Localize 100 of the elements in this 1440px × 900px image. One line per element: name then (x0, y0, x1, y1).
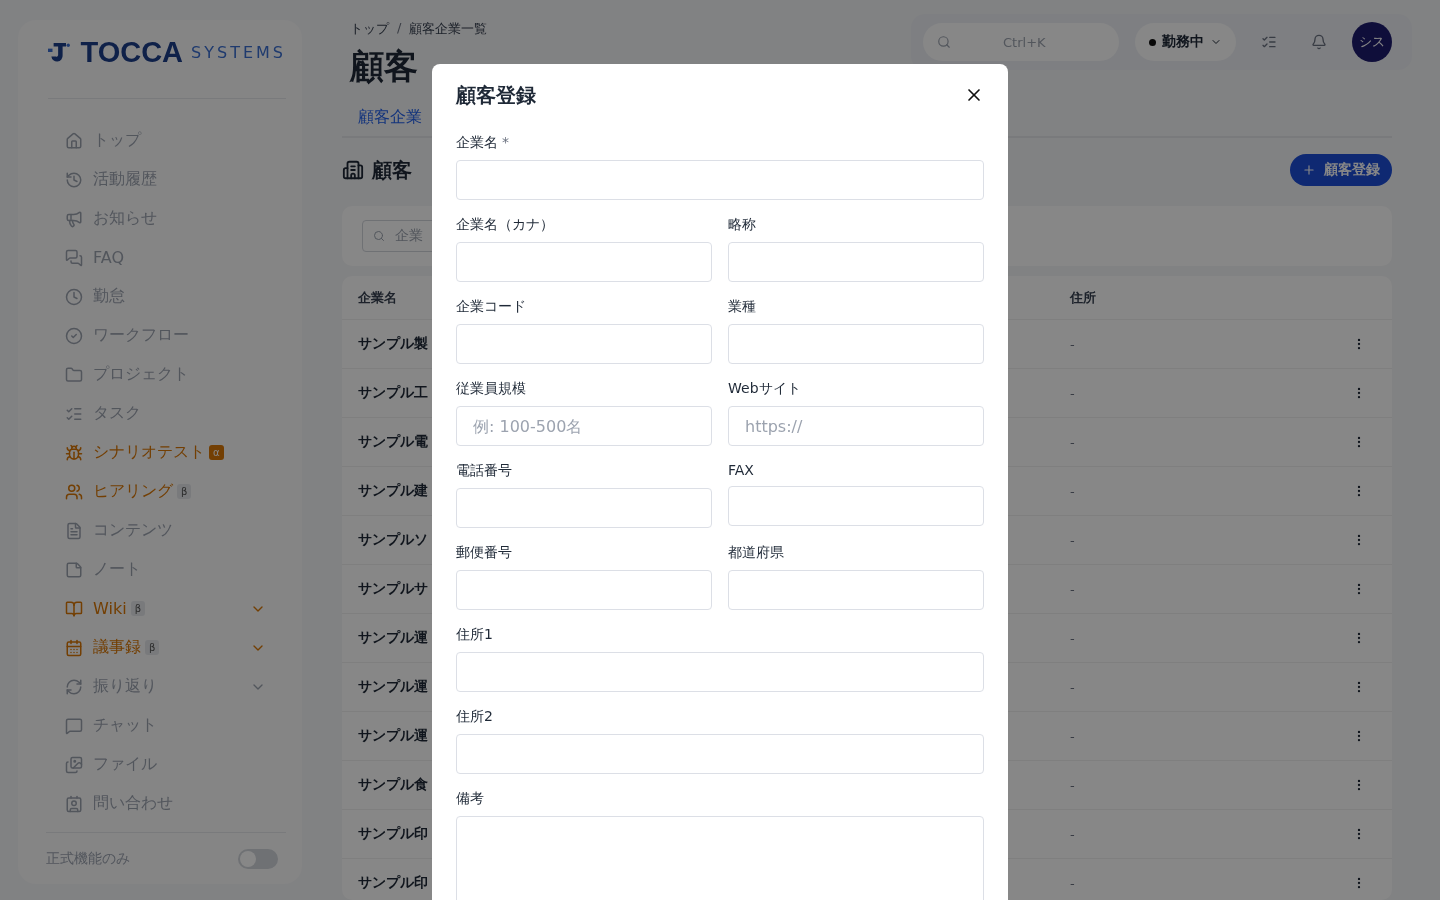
field-label: 住所1 (456, 626, 494, 644)
breadcrumb-link[interactable]: トップ (350, 20, 389, 38)
sidebar-item[interactable]: ヒアリング β (48, 472, 286, 511)
address-cell: - (1070, 679, 1075, 695)
field-label: 備考 (456, 790, 485, 808)
input-field[interactable] (456, 734, 984, 774)
status-dot (1149, 38, 1156, 46)
company-name-cell: サンプル印 (358, 874, 428, 892)
address-cell: - (1070, 728, 1075, 744)
field-label: 企業名（カナ） (456, 216, 555, 234)
company-name-cell: サンプル印 (358, 825, 428, 843)
plus-icon (1302, 163, 1316, 177)
field-label: FAX (728, 462, 755, 478)
company-name-cell: サンプルソ (358, 531, 428, 549)
input-field[interactable] (728, 486, 984, 526)
company-name-cell: サンプル運 (358, 727, 428, 745)
note-icon (65, 560, 83, 579)
search-icon (373, 230, 385, 242)
building-icon (342, 159, 364, 181)
address-cell: - (1070, 483, 1075, 499)
book-icon (65, 599, 83, 618)
input-field[interactable]: https:// (728, 406, 984, 446)
company-name-cell: サンプルサ (358, 580, 428, 598)
address-cell: - (1070, 630, 1075, 646)
input-field[interactable] (456, 160, 984, 200)
field-label: 企業名 * (456, 134, 510, 152)
column-header: 企業名 (358, 288, 397, 307)
input-field[interactable] (456, 652, 984, 692)
page-title: 顧客 (350, 45, 419, 88)
user-avatar[interactable]: シス (1352, 22, 1392, 62)
sidebar-label: 議事録 (93, 637, 141, 658)
users-icon (65, 482, 83, 501)
dialog-title: 顧客登録 (456, 81, 536, 109)
sidebar-item[interactable]: 議事録 β (48, 628, 286, 667)
input-field[interactable] (728, 242, 984, 282)
chat-icon (65, 248, 83, 267)
sidebar-label: シナリオテスト (93, 442, 205, 463)
company-name-cell: サンプル運 (358, 678, 428, 696)
brand-name: TOCCA (80, 35, 184, 69)
sidebar-item[interactable]: Wiki β (48, 589, 286, 628)
field-label: 都道府県 (728, 544, 785, 562)
field-label: Webサイト (728, 380, 802, 398)
beta-badge: β (145, 640, 160, 655)
bug-icon (65, 443, 83, 462)
tab[interactable]: 顧客企業 (358, 106, 422, 128)
refresh-icon (65, 677, 83, 696)
history-icon (65, 170, 83, 189)
field-label: 郵便番号 (456, 544, 513, 562)
field-label: 企業コード (456, 298, 527, 316)
megaphone-icon (65, 209, 83, 228)
input-field[interactable] (456, 242, 712, 282)
brand-suffix: SYSTEMS (191, 42, 286, 62)
address-cell: - (1070, 826, 1075, 842)
home-icon (65, 131, 83, 150)
input-field[interactable] (456, 324, 712, 364)
toggle-switch[interactable] (238, 848, 278, 869)
status-button[interactable]: 勤務中 (1135, 23, 1236, 61)
address-cell: - (1070, 385, 1075, 401)
section-title: 顧客 (372, 156, 412, 184)
input-field[interactable] (728, 570, 984, 610)
input-field[interactable]: 例: 100-500名 (456, 406, 712, 446)
address-cell: - (1070, 434, 1075, 450)
field-label: 略称 (728, 216, 757, 234)
input-field[interactable] (456, 570, 712, 610)
search-icon (937, 35, 951, 49)
message-icon (65, 716, 83, 735)
contact-card-icon (65, 794, 83, 813)
field-label: 住所2 (456, 708, 494, 726)
address-cell: - (1070, 336, 1075, 352)
input-field[interactable] (728, 324, 984, 364)
company-name-cell: サンプル運 (358, 629, 428, 647)
add-customer-button[interactable]: 顧客登録 (1290, 154, 1392, 186)
sidebar-item[interactable]: シナリオテスト α (48, 433, 286, 472)
calendar-icon (65, 638, 83, 657)
column-header: 住所 (1070, 288, 1096, 307)
company-name-cell: サンプル製 (358, 335, 428, 353)
company-name-cell: サンプル電 (358, 433, 428, 451)
sidebar-label: ヒアリング (93, 481, 173, 502)
company-name-cell: サンプル建 (358, 482, 428, 500)
address-cell: - (1070, 777, 1075, 793)
clock-icon (65, 287, 83, 306)
images-icon (65, 755, 83, 774)
input-field[interactable] (456, 488, 712, 528)
beta-badge: α (209, 445, 224, 460)
company-name-cell: サンプル工 (358, 384, 428, 402)
field-label: 従業員規模 (456, 380, 527, 398)
breadcrumb-separator: / (397, 20, 402, 37)
address-cell: - (1070, 581, 1075, 597)
document-icon (65, 521, 83, 540)
check-circle-icon (65, 326, 83, 345)
field-label: 電話番号 (456, 462, 513, 480)
field-label: 業種 (728, 298, 757, 316)
company-name-cell: サンプル食 (358, 776, 428, 794)
beta-badge: β (177, 484, 192, 499)
sidebar-label: Wiki (93, 599, 127, 618)
beta-badge: β (130, 601, 145, 616)
textarea-field[interactable] (456, 816, 984, 900)
folder-icon (65, 365, 83, 384)
address-cell: - (1070, 875, 1075, 891)
address-cell: - (1070, 532, 1075, 548)
